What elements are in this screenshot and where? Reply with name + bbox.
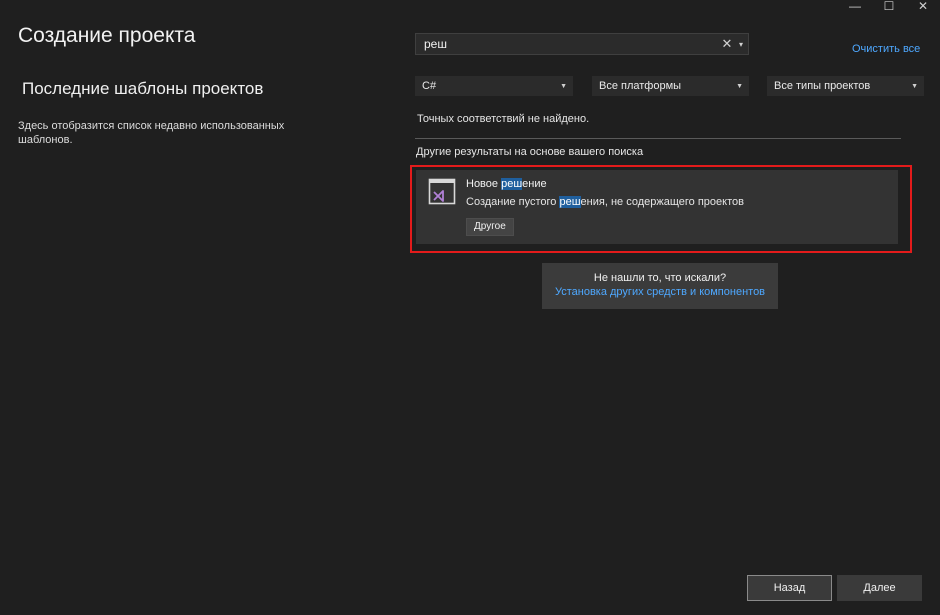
not-found-help-box: Не нашли то, что искали? Установка други… — [542, 263, 778, 309]
template-item-new-solution[interactable]: Новое решение Создание пустого решения, … — [416, 170, 898, 244]
install-more-tools-link[interactable]: Установка других средств и компонентов — [542, 286, 778, 298]
platform-filter[interactable]: Все платформы ▼ — [592, 76, 749, 96]
create-project-window: — ☐ ✕ Создание проекта Последние шаблоны… — [0, 0, 940, 615]
close-icon[interactable]: ✕ — [906, 0, 940, 14]
language-filter[interactable]: C# ▼ — [415, 76, 573, 96]
window-controls: — ☐ ✕ — [838, 0, 940, 14]
vs-solution-icon — [428, 178, 456, 206]
search-input[interactable] — [416, 34, 720, 54]
next-button[interactable]: Далее — [837, 575, 922, 601]
project-type-filter[interactable]: Все типы проектов ▼ — [767, 76, 924, 96]
not-found-question: Не нашли то, что искали? — [593, 272, 727, 284]
search-history-dropdown-icon[interactable]: ▾ — [734, 40, 748, 49]
chevron-down-icon: ▼ — [560, 82, 567, 90]
other-results-heading: Другие результаты на основе вашего поиск… — [416, 146, 644, 158]
template-tag-other: Другое — [466, 218, 514, 236]
divider — [415, 138, 901, 139]
no-exact-match-text: Точных соответствий не найдено. — [417, 113, 590, 125]
maximize-icon[interactable]: ☐ — [872, 0, 906, 14]
language-filter-value: C# — [422, 80, 437, 92]
back-button[interactable]: Назад — [747, 575, 832, 601]
template-name: Новое решение — [466, 178, 547, 190]
recent-templates-heading: Последние шаблоны проектов — [22, 79, 264, 98]
clear-search-icon[interactable]: ✕ — [720, 36, 734, 52]
template-search-box[interactable]: ✕ ▾ — [415, 33, 749, 55]
recent-templates-description: Здесь отобразится список недавно использ… — [18, 120, 285, 146]
project-type-filter-value: Все типы проектов — [774, 80, 871, 92]
chevron-down-icon: ▼ — [911, 82, 918, 90]
minimize-icon[interactable]: — — [838, 0, 872, 14]
search-match-highlight: реш — [559, 196, 581, 208]
search-match-highlight: реш — [501, 178, 523, 190]
page-title: Создание проекта — [18, 24, 196, 47]
chevron-down-icon: ▼ — [736, 82, 743, 90]
platform-filter-value: Все платформы — [599, 80, 682, 92]
clear-all-link[interactable]: Очистить все — [852, 43, 920, 55]
template-description: Создание пустого решения, не содержащего… — [466, 196, 744, 208]
